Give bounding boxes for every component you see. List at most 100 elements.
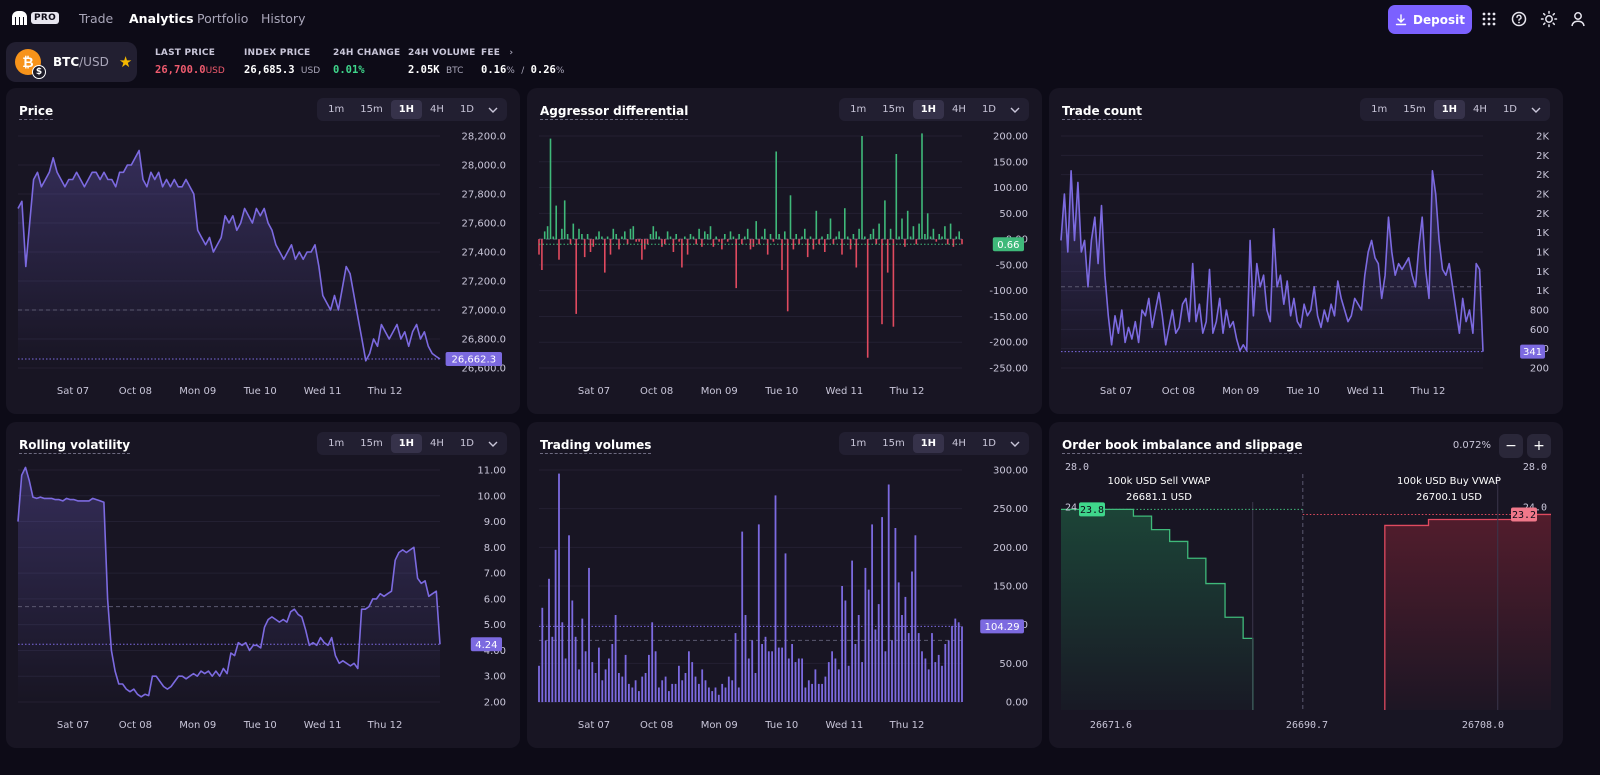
pair-base: BTC bbox=[53, 55, 80, 69]
x-tick-label: Mon 09 bbox=[179, 720, 216, 731]
bar bbox=[772, 239, 775, 242]
deposit-button[interactable]: Deposit bbox=[1388, 5, 1472, 34]
timeframe-4h[interactable]: 4H bbox=[1465, 100, 1495, 119]
chevron-down-icon[interactable] bbox=[482, 101, 504, 118]
y-tick-label: 10.00 bbox=[477, 491, 506, 502]
pair-selector[interactable]: ₿ $ BTC /USD ★ bbox=[6, 42, 137, 82]
timeframe-1d[interactable]: 1D bbox=[1495, 100, 1525, 119]
bar bbox=[689, 234, 692, 240]
y-tick-label: 1K bbox=[1536, 267, 1549, 278]
bar bbox=[754, 673, 757, 702]
timeframe-1d[interactable]: 1D bbox=[452, 434, 482, 453]
bar bbox=[855, 239, 858, 268]
trade-count-chart[interactable]: 2K2K2K2K2K1K1K1K1K800600400200Sat 07Oct … bbox=[1049, 128, 1563, 414]
timeframe-1m[interactable]: 1m bbox=[320, 100, 352, 119]
bar bbox=[886, 239, 889, 273]
bar bbox=[668, 691, 670, 702]
timeframe-1m[interactable]: 1m bbox=[320, 434, 352, 453]
bar bbox=[546, 226, 549, 240]
x-tick-label: Oct 08 bbox=[640, 386, 673, 397]
bar bbox=[914, 535, 917, 703]
timeframe-1m[interactable]: 1m bbox=[842, 100, 874, 119]
x-tick-label: Sat 07 bbox=[57, 386, 89, 397]
bar bbox=[717, 694, 720, 703]
timeframe-15m[interactable]: 15m bbox=[874, 434, 912, 453]
bar bbox=[766, 239, 769, 255]
bar bbox=[775, 151, 777, 240]
bar bbox=[571, 600, 574, 702]
apps-grid-icon[interactable] bbox=[1480, 10, 1498, 28]
bar bbox=[829, 218, 832, 240]
bar bbox=[694, 676, 697, 702]
bar bbox=[678, 665, 680, 703]
timeframe-1d[interactable]: 1D bbox=[974, 100, 1004, 119]
timeframe-4h[interactable]: 4H bbox=[422, 434, 452, 453]
last-price-value: 26,700.0 bbox=[155, 64, 206, 76]
x-tick-label: Wed 11 bbox=[1347, 386, 1385, 397]
timeframe-1d[interactable]: 1D bbox=[452, 100, 482, 119]
y-tick-label: 28,200.0 bbox=[461, 132, 506, 143]
timeframe-15m[interactable]: 15m bbox=[352, 100, 390, 119]
bar bbox=[732, 236, 735, 240]
timeframe-1d[interactable]: 1D bbox=[974, 434, 1004, 453]
timeframe-1m[interactable]: 1m bbox=[842, 434, 874, 453]
aggressor-chart[interactable]: 200.00150.00100.0050.000.00-50.00-100.00… bbox=[527, 128, 1042, 414]
bar bbox=[601, 680, 604, 703]
favorite-star-icon[interactable]: ★ bbox=[119, 53, 132, 71]
top-nav: PRO Trade Analytics Portfolio History De… bbox=[0, 0, 1600, 38]
bar bbox=[726, 239, 729, 242]
bar bbox=[708, 687, 710, 702]
bar bbox=[631, 687, 634, 702]
nav-trade[interactable]: Trade bbox=[79, 11, 113, 26]
trading-volumes-chart[interactable]: 300.00250.00200.00150.00100.0050.000.00S… bbox=[527, 462, 1042, 748]
timeframe-1h[interactable]: 1H bbox=[912, 100, 945, 119]
bar bbox=[752, 239, 755, 247]
orderbook-depth-chart[interactable]: 28.028.024.24.023.823.2100k USD Sell VWA… bbox=[1049, 462, 1563, 748]
timeframe-4h[interactable]: 4H bbox=[944, 434, 974, 453]
timeframe-15m[interactable]: 15m bbox=[352, 434, 390, 453]
timeframe-4h[interactable]: 4H bbox=[422, 100, 452, 119]
timeframe-15m[interactable]: 15m bbox=[874, 100, 912, 119]
chevron-down-icon[interactable] bbox=[482, 435, 504, 452]
theme-sun-icon[interactable] bbox=[1540, 10, 1558, 28]
bar bbox=[817, 683, 820, 702]
y-tick-label: -200.00 bbox=[989, 338, 1028, 349]
price-chart[interactable]: 28,200.0 28,000.0 27,800.0 27,600.0 27,400.0… bbox=[6, 128, 520, 414]
kraken-pro-logo[interactable]: PRO bbox=[12, 11, 60, 25]
nav-history[interactable]: History bbox=[261, 11, 305, 26]
bar bbox=[924, 234, 926, 240]
nav-portfolio[interactable]: Portfolio bbox=[197, 11, 248, 26]
bar bbox=[792, 239, 795, 250]
chevron-down-icon[interactable] bbox=[1004, 101, 1026, 118]
bar bbox=[651, 622, 654, 703]
volatility-chart[interactable]: 11.0010.009.008.007.006.005.004.003.002.… bbox=[6, 462, 520, 748]
timeframe-1m[interactable]: 1m bbox=[1363, 100, 1395, 119]
y-tick-label: 2K bbox=[1536, 170, 1549, 181]
y-tick-label: 200.00 bbox=[993, 132, 1028, 143]
timeframe-4h[interactable]: 4H bbox=[944, 100, 974, 119]
timeframe-1h[interactable]: 1H bbox=[390, 434, 423, 453]
zoom-in-button[interactable]: + bbox=[1527, 434, 1551, 458]
bar bbox=[555, 205, 557, 240]
bar bbox=[674, 683, 677, 702]
zoom-out-button[interactable]: − bbox=[1499, 434, 1523, 458]
fee-stat[interactable]: FEE › 0.16% / 0.26% bbox=[481, 48, 564, 76]
bar bbox=[704, 231, 706, 240]
bar bbox=[824, 676, 827, 702]
bar bbox=[581, 618, 584, 702]
timeframe-15m[interactable]: 15m bbox=[1395, 100, 1433, 119]
bar bbox=[904, 596, 907, 702]
bar bbox=[846, 236, 849, 240]
timeframe-1h[interactable]: 1H bbox=[912, 434, 945, 453]
help-icon[interactable] bbox=[1510, 10, 1528, 28]
nav-analytics[interactable]: Analytics bbox=[129, 11, 194, 26]
bar bbox=[941, 665, 943, 703]
chevron-down-icon[interactable] bbox=[1525, 101, 1547, 118]
bar bbox=[661, 239, 663, 247]
timeframe-1h[interactable]: 1H bbox=[1433, 100, 1466, 119]
timeframe-1h[interactable]: 1H bbox=[390, 100, 423, 119]
bar bbox=[807, 680, 810, 703]
bar bbox=[706, 234, 709, 240]
account-user-icon[interactable] bbox=[1569, 10, 1587, 28]
chevron-down-icon[interactable] bbox=[1004, 435, 1026, 452]
